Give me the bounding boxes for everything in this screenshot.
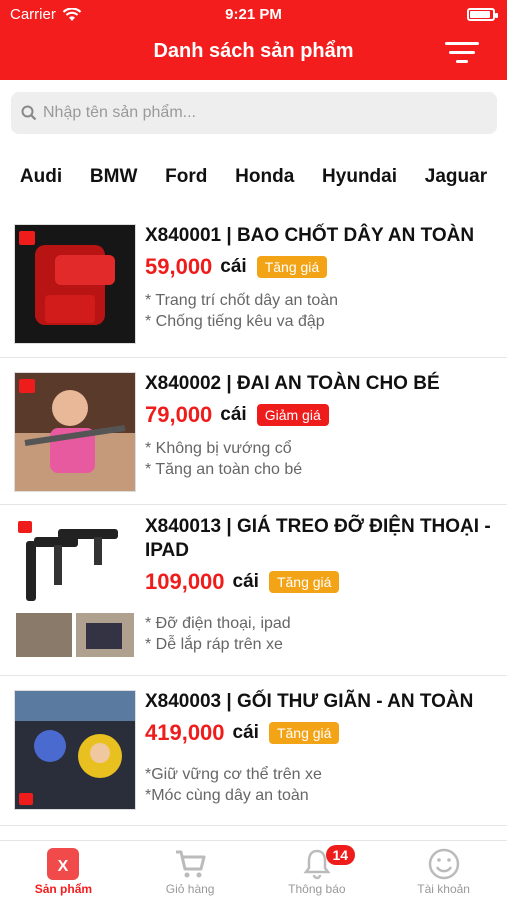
- product-description: * Trang trí chốt dây an toàn * Chống tiế…: [145, 290, 497, 332]
- product-item[interactable]: X840013 | GIÁ TREO ĐỠ ĐIỆN THOẠI - IPAD …: [0, 505, 507, 676]
- price-badge: Tăng giá: [256, 256, 328, 278]
- product-price: 59,000: [145, 254, 213, 279]
- product-item[interactable]: X840001 | BAO CHỐT DÂY AN TOÀN 59,000 cá…: [0, 210, 507, 358]
- tab-label: Thông báo: [288, 882, 346, 896]
- brand-jaguar[interactable]: Jaguar: [425, 166, 487, 196]
- notification-count-badge: 14: [325, 845, 356, 865]
- product-description: * Không bị vướng cổ * Tăng an toàn cho b…: [145, 438, 497, 480]
- product-list: X840001 | BAO CHỐT DÂY AN TOÀN 59,000 cá…: [0, 210, 507, 840]
- tab-notifications[interactable]: 14 Thông báo: [254, 841, 381, 900]
- description-line: *Móc cùng dây an toàn: [145, 787, 309, 804]
- account-icon: [428, 848, 459, 880]
- price-badge: Giảm giá: [256, 404, 329, 426]
- product-unit: cái: [232, 722, 259, 743]
- status-time: 9:21 PM: [225, 6, 282, 23]
- brand-honda[interactable]: Honda: [235, 166, 294, 196]
- description-line: * Đỡ điện thoại, ipad: [145, 615, 291, 632]
- brand-bmw[interactable]: BMW: [90, 166, 137, 196]
- tab-products[interactable]: X Sản phẩm: [0, 841, 127, 900]
- brand-ford[interactable]: Ford: [165, 166, 207, 196]
- app-header: Carrier 9:21 PM Danh sách sản phẩm: [0, 0, 507, 80]
- tab-label: Tài khoản: [417, 882, 470, 896]
- description-line: * Tăng an toàn cho bé: [145, 461, 303, 478]
- description-line: * Chống tiếng kêu va đập: [145, 313, 325, 330]
- description-line: *Giữ vững cơ thể trên xe: [145, 766, 322, 783]
- product-item[interactable]: X840003 | GỐI THƯ GIÃN - AN TOÀN 419,000…: [0, 676, 507, 826]
- product-image-child-seatbelt: [14, 372, 136, 492]
- status-bar: Carrier 9:21 PM: [0, 4, 507, 24]
- product-name: X840013 | GIÁ TREO ĐỠ ĐIỆN THOẠI - IPAD: [145, 516, 491, 561]
- description-line: * Không bị vướng cổ: [145, 440, 292, 457]
- product-name: X840003 | GỐI THƯ GIÃN - AN TOÀN: [145, 691, 474, 712]
- search-bar[interactable]: [11, 92, 497, 134]
- brand-hyundai[interactable]: Hyundai: [322, 166, 397, 196]
- product-unit: cái: [220, 404, 247, 425]
- filter-menu-icon[interactable]: [445, 40, 479, 64]
- search-input[interactable]: [43, 104, 443, 122]
- product-item[interactable]: [0, 826, 507, 840]
- product-price: 79,000: [145, 402, 213, 427]
- tab-label: Giỏ hàng: [165, 882, 215, 896]
- products-icon: X: [47, 848, 80, 880]
- product-description: *Giữ vững cơ thể trên xe *Móc cùng dây a…: [145, 764, 497, 806]
- tab-bar: X Sản phẩm Giỏ hàng 14 Thông báo Tài kho…: [0, 840, 507, 900]
- product-description: * Đỡ điện thoại, ipad * Dễ lắp ráp trên …: [145, 613, 497, 655]
- description-line: * Trang trí chốt dây an toàn: [145, 292, 339, 309]
- product-image-travel-pillow: [14, 690, 136, 810]
- brand-filter: Audi BMW Ford Honda Hyundai Jaguar: [0, 166, 507, 196]
- product-unit: cái: [232, 571, 259, 592]
- product-image-phone-holder: [14, 519, 136, 661]
- product-price: 419,000: [145, 720, 225, 745]
- tab-label: Sản phẩm: [34, 882, 93, 896]
- tab-account[interactable]: Tài khoản: [380, 841, 507, 900]
- product-name: X840002 | ĐAI AN TOÀN CHO BÉ: [145, 373, 440, 394]
- battery-icon: [467, 8, 498, 21]
- product-unit: cái: [220, 256, 247, 277]
- product-price: 109,000: [145, 569, 225, 594]
- price-badge: Tăng giá: [268, 571, 340, 593]
- tab-cart[interactable]: Giỏ hàng: [127, 841, 254, 900]
- product-name: X840001 | BAO CHỐT DÂY AN TOÀN: [145, 225, 475, 246]
- brand-audi[interactable]: Audi: [20, 166, 62, 196]
- product-item[interactable]: X840002 | ĐAI AN TOÀN CHO BÉ 79,000 cái …: [0, 358, 507, 505]
- search-icon: [21, 105, 37, 121]
- page-title: Danh sách sản phẩm: [153, 40, 354, 62]
- description-line: * Dễ lắp ráp trên xe: [145, 636, 283, 653]
- product-image-seatbelt-cover: [14, 224, 136, 344]
- price-badge: Tăng giá: [268, 722, 340, 744]
- svg-text:X: X: [58, 858, 69, 875]
- cart-icon: [176, 850, 206, 878]
